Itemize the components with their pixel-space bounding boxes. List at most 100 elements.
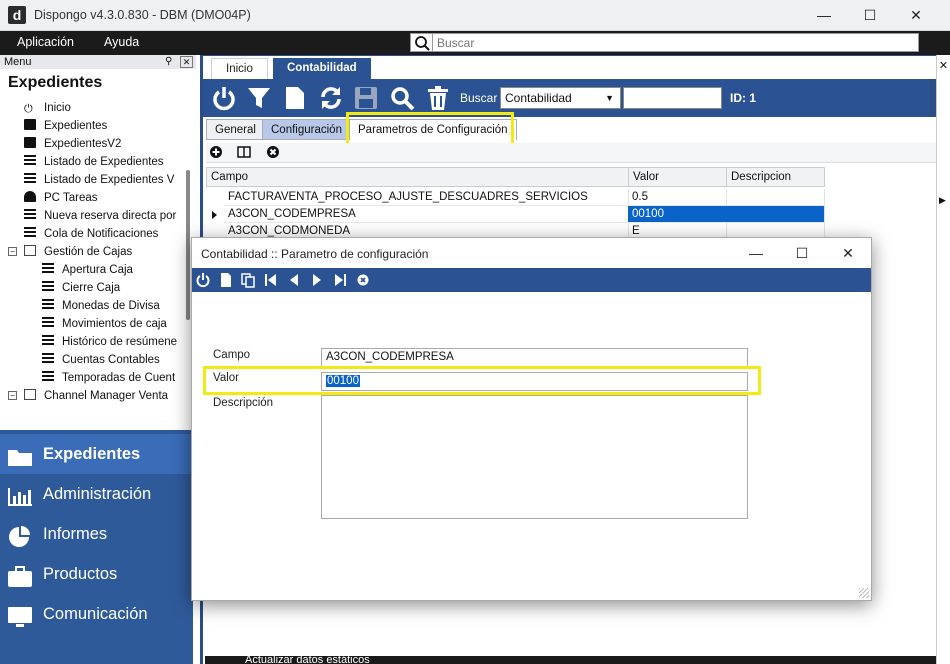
expand-arrow-icon[interactable]: ▶ <box>939 195 948 206</box>
first-record-icon[interactable] <box>263 271 279 289</box>
tree-item-label: Monedas de Divisa <box>62 300 160 312</box>
resize-grip[interactable] <box>859 588 869 598</box>
nav-panel: Expedientes Administración Informes Product… <box>0 430 193 664</box>
minimize-button[interactable]: — <box>801 0 847 31</box>
window-titlebar: d Dispongo v4.3.0.830 - DBM (DMO04P) — ☐… <box>0 0 950 31</box>
campo-field[interactable]: A3CON_CODEMPRESA <box>321 348 748 367</box>
panel-close-icon[interactable]: ✕ <box>180 56 193 68</box>
tree-item[interactable]: ⏻ Inicio <box>0 99 188 117</box>
nav-administracin[interactable]: Administración <box>0 474 193 514</box>
dialog-maximize-button[interactable]: ☐ <box>779 238 825 268</box>
dialog-close-button[interactable]: ✕ <box>825 238 871 268</box>
tree-item[interactable]: Histórico de resúmene <box>0 333 188 351</box>
id-label: ID: 1 <box>730 91 757 105</box>
magnifier-icon[interactable] <box>389 85 415 111</box>
descripcion-field[interactable] <box>321 395 748 519</box>
tree-item-label: Nueva reserva directa por <box>44 210 177 222</box>
tree-item[interactable]: Cuentas Contables <box>0 351 188 369</box>
parameter-dialog: Contabilidad :: Parametro de configuraci… <box>191 237 872 601</box>
column-header-valor[interactable]: Valor <box>628 167 727 187</box>
panel-title: Expedientes <box>8 74 103 91</box>
tree-item-label: Channel Manager Venta <box>44 390 169 402</box>
nav-productos[interactable]: Productos <box>0 554 193 594</box>
nav-label: Comunicación <box>43 605 148 623</box>
save-icon[interactable] <box>353 85 379 111</box>
close-tab-icon[interactable]: ✕ <box>937 59 950 72</box>
cell-campo[interactable]: A3CON_CODEMPRESA <box>224 206 629 223</box>
add-icon[interactable] <box>208 144 224 160</box>
power-icon[interactable] <box>195 271 211 289</box>
buscar-select[interactable]: Contabilidad ▼ <box>500 87 621 109</box>
collapse-toggle-icon[interactable]: − <box>8 391 17 400</box>
tree-item[interactable]: Cola de Notificaciones <box>0 225 188 243</box>
table-row[interactable]: FACTURAVENTA_PROCESO_AJUSTE_DESCUADRES_S… <box>206 189 826 206</box>
nav-comunicacin[interactable]: Comunicación <box>0 594 193 634</box>
new-document-icon[interactable] <box>218 271 234 289</box>
table-icon <box>24 155 36 166</box>
tree-item[interactable]: − Channel Manager Venta <box>0 387 188 405</box>
power-icon[interactable] <box>211 85 237 111</box>
table-icon <box>24 173 36 184</box>
cell-valor[interactable]: 0.5 <box>628 189 727 206</box>
nav-informes[interactable]: Informes <box>0 514 193 554</box>
cell-valor[interactable]: 00100 <box>628 206 727 223</box>
cell-campo[interactable]: FACTURAVENTA_PROCESO_AJUSTE_DESCUADRES_S… <box>224 189 629 206</box>
remove-icon[interactable] <box>265 144 281 160</box>
tree-item[interactable]: Temporadas de Cuent <box>0 369 188 387</box>
nav-expedientes[interactable]: Expedientes <box>0 434 193 474</box>
bottom-text: Actualizar datos estáticos <box>245 656 370 664</box>
column-header-campo[interactable]: Campo <box>206 167 629 187</box>
tree-item[interactable]: Nueva reserva directa por <box>0 207 188 225</box>
dialog-toolbar <box>192 268 871 292</box>
nav-label: Expedientes <box>43 445 141 463</box>
previous-record-icon[interactable] <box>286 271 302 289</box>
refresh-icon[interactable] <box>318 85 344 111</box>
maximize-button[interactable]: ☐ <box>847 0 893 31</box>
dialog-titlebar: Contabilidad :: Parametro de configuraci… <box>192 238 871 268</box>
search-input[interactable] <box>437 35 907 50</box>
buscar-input[interactable] <box>623 87 722 109</box>
tree-item[interactable]: − Gestión de Cajas <box>0 243 188 261</box>
menu-aplicacion[interactable]: Aplicación <box>17 35 74 49</box>
trash-icon[interactable] <box>425 85 451 111</box>
tree-item-label: Listado de Expedientes V <box>44 174 175 186</box>
subtab-general[interactable]: General <box>206 119 265 140</box>
next-record-icon[interactable] <box>309 271 325 289</box>
close-button[interactable]: ✕ <box>893 0 939 31</box>
tree-item[interactable]: Cierre Caja <box>0 279 188 297</box>
tree-item[interactable]: Apertura Caja <box>0 261 188 279</box>
tree-item[interactable]: Listado de Expedientes V <box>0 171 188 189</box>
nav-label: Productos <box>43 565 118 583</box>
list-icon <box>42 335 54 346</box>
tree-item[interactable]: Listado de Expedientes <box>0 153 188 171</box>
cell-descripcion[interactable] <box>726 189 825 206</box>
chevron-down-icon: ▼ <box>605 93 614 103</box>
menu-ayuda[interactable]: Ayuda <box>104 35 139 49</box>
copy-icon[interactable] <box>240 271 256 289</box>
tree-item[interactable]: Monedas de Divisa <box>0 297 188 315</box>
filter-icon[interactable] <box>246 85 272 111</box>
tab-inicio[interactable]: Inicio <box>211 58 268 79</box>
tree-item-label: Gestión de Cajas <box>44 246 133 258</box>
dialog-minimize-button[interactable]: — <box>733 238 779 268</box>
cell-descripcion[interactable] <box>726 206 825 223</box>
pin-icon[interactable]: ⚲ <box>165 56 178 68</box>
table-row[interactable]: A3CON_CODEMPRESA 00100 <box>206 206 826 223</box>
column-header-descripcion[interactable]: Descripcion <box>726 167 825 187</box>
columns-icon[interactable] <box>236 144 252 160</box>
tree-item[interactable]: ExpedientesV2 <box>0 135 188 153</box>
search-icon[interactable] <box>411 34 433 51</box>
tree-item[interactable]: Movimientos de caja <box>0 315 188 333</box>
tree-item[interactable]: PC Tareas <box>0 189 188 207</box>
list-icon <box>42 299 54 310</box>
folder-icon <box>6 443 34 466</box>
last-record-icon[interactable] <box>332 271 348 289</box>
collapse-toggle-icon[interactable]: − <box>8 247 17 256</box>
subtab-configuracion[interactable]: Configuración <box>262 119 351 140</box>
tree-item[interactable]: Expedientes <box>0 117 188 135</box>
power-icon: ⏻ <box>24 103 33 115</box>
cancel-icon[interactable] <box>355 271 371 289</box>
tab-contabilidad[interactable]: Contabilidad <box>273 58 371 79</box>
briefcase-icon <box>6 563 34 587</box>
new-document-icon[interactable] <box>282 85 308 111</box>
